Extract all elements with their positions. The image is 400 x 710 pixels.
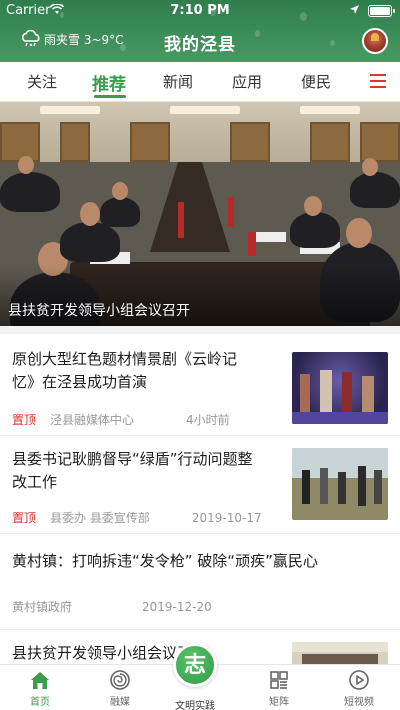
tab-bar: 关注 推荐 新闻 应用 便民 — [0, 62, 400, 102]
news-list: 原创大型红色题材情景剧《云岭记 忆》在泾县成功首演 置顶 泾县融媒体中心 4小时前 … — [0, 334, 400, 664]
pinned-badge: 置顶 — [12, 413, 37, 427]
nav-civilization-label[interactable]: 文明实践 — [165, 697, 225, 710]
news-meta: 置顶 泾县融媒体中心 4小时前 — [12, 411, 230, 428]
zhi-badge-icon[interactable]: 志 — [173, 643, 217, 687]
location-arrow-icon — [350, 5, 359, 14]
tab-apps[interactable]: 应用 — [232, 71, 262, 92]
news-title: 原创大型红色题材情景剧《云岭记 忆》在泾县成功首演 — [12, 350, 238, 391]
page-title: 我的泾县 — [164, 35, 236, 55]
news-item[interactable]: 县委书记耿鹏督导“绿盾”行动问题整 改工作 置顶 县委办 县委宣传部 2019-10… — [0, 436, 400, 534]
avatar[interactable] — [362, 28, 388, 54]
news-thumbnail — [292, 642, 388, 664]
tab-news[interactable]: 新闻 — [163, 71, 193, 92]
bottom-nav: 首页 融媒 志 文明实践 矩阵 短视频 — [0, 643, 400, 710]
nav-home[interactable]: 首页 — [10, 669, 70, 708]
nav-media[interactable]: 融媒 — [90, 669, 150, 708]
nav-short-video[interactable]: 短视频 — [329, 669, 389, 708]
news-item[interactable]: 黄村镇：打响拆违“发令枪” 破除“顽疾”赢民心 黄村镇政府 2019-12-20 — [0, 534, 400, 630]
tab-services[interactable]: 便民 — [301, 71, 331, 92]
news-thumbnail — [292, 448, 388, 520]
tab-active-indicator — [94, 95, 126, 98]
hero-caption: 县扶贫开发领导小组会议召开 — [8, 303, 190, 319]
tab-recommend[interactable]: 推荐 — [92, 70, 126, 95]
swirl-icon — [110, 670, 130, 690]
menu-icon[interactable] — [370, 74, 386, 88]
news-meta: 黄村镇政府 2019-12-20 — [12, 598, 212, 615]
news-title: 黄村镇：打响拆违“发令枪” 破除“顽疾”赢民心 — [12, 552, 318, 570]
status-bar: Carrier 7:10 PM — [0, 0, 400, 22]
home-icon — [31, 672, 49, 689]
news-meta: 置顶 县委办 县委宣传部 2019-10-17 — [12, 509, 262, 526]
news-source: 泾县融媒体中心 — [50, 413, 135, 427]
tab-follow[interactable]: 关注 — [27, 71, 57, 92]
news-title: 县委书记耿鹏督导“绿盾”行动问题整 改工作 — [12, 450, 253, 491]
pinned-badge: 置顶 — [12, 511, 37, 525]
news-item[interactable]: 原创大型红色题材情景剧《云岭记 忆》在泾县成功首演 置顶 泾县融媒体中心 4小时前 — [0, 334, 400, 436]
news-source: 县委办 县委宣传部 — [50, 511, 150, 525]
news-source: 黄村镇政府 — [12, 600, 73, 614]
nav-matrix[interactable]: 矩阵 — [249, 669, 309, 708]
battery-icon — [368, 5, 395, 17]
news-thumbnail — [292, 352, 388, 424]
clock: 7:10 PM — [170, 3, 230, 18]
news-time: 2019-12-20 — [142, 600, 212, 614]
news-time: 2019-10-17 — [191, 511, 262, 525]
grid-icon — [270, 671, 288, 689]
news-time: 4小时前 — [186, 413, 230, 427]
hero-banner[interactable]: 县扶贫开发领导小组会议召开 — [0, 102, 400, 326]
app-header: Carrier 7:10 PM 雨夹雪 3~9°C 我的泾县 — [0, 0, 400, 62]
play-icon — [349, 670, 369, 690]
